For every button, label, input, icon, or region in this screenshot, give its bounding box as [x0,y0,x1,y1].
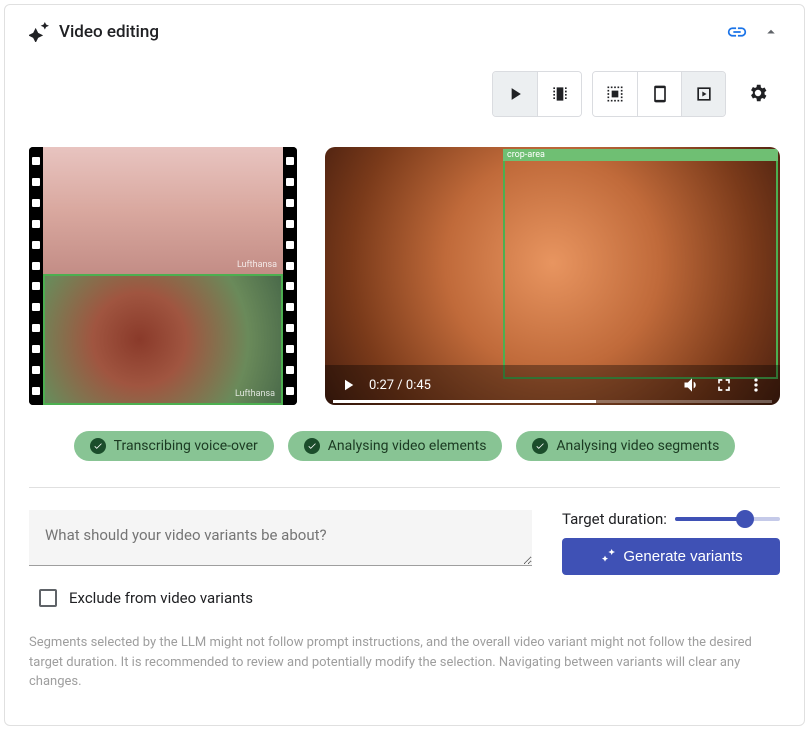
more-vert-icon[interactable] [746,375,766,395]
status-chips: Transcribing voice-over Analysing video … [5,405,804,479]
preview-row: Lufthansa Lufthansa crop-area 0:27 / 0:4… [5,127,804,405]
target-duration-row: Target duration: [562,510,780,528]
chip-label: Transcribing voice-over [114,438,258,454]
crop-area-overlay[interactable]: crop-area [503,149,778,379]
exclude-checkbox[interactable] [39,589,57,607]
film-strip-button[interactable] [537,72,581,116]
film-strip[interactable]: Lufthansa Lufthansa [29,147,297,405]
generate-variants-label: Generate variants [623,548,742,565]
variants-prompt-input[interactable] [29,510,532,566]
toolbar [5,51,804,127]
generate-variants-button[interactable]: Generate variants [562,538,780,575]
gear-button[interactable] [736,71,780,115]
header-left: Video editing [29,22,159,42]
chip-label: Analysing video segments [556,438,719,454]
form-right-col: Target duration: Generate variants [562,510,780,575]
chevron-up-icon[interactable] [762,23,780,41]
check-icon [90,438,106,454]
header-right [726,21,780,43]
target-duration-slider[interactable] [675,510,780,528]
status-chip: Transcribing voice-over [74,431,274,461]
textarea-wrap [29,510,532,570]
chip-label: Analysing video elements [328,438,487,454]
card-title: Video editing [59,22,159,42]
film-frame-selected[interactable]: Lufthansa [43,274,283,405]
status-chip: Analysing video elements [288,431,503,461]
video-controls: 0:27 / 0:45 [325,365,780,405]
check-icon [532,438,548,454]
slider-thumb[interactable] [736,510,754,528]
video-progress-bar[interactable] [333,400,772,403]
magic-wand-icon [599,549,615,565]
frame-brand-label: Lufthansa [237,260,277,270]
mobile-button[interactable] [637,72,681,116]
check-icon [304,438,320,454]
preview-box-button[interactable] [681,72,725,116]
volume-icon[interactable] [682,375,702,395]
divider [29,487,780,488]
sparkle-icon [29,22,49,42]
fullscreen-icon[interactable] [714,375,734,395]
play-button[interactable] [493,72,537,116]
playback-group [492,71,582,117]
video-editing-card: Video editing [4,4,805,726]
film-frames: Lufthansa Lufthansa [43,147,283,405]
video-preview[interactable]: crop-area 0:27 / 0:45 [325,147,780,405]
exclude-label: Exclude from video variants [69,589,253,607]
film-holes-left [29,147,43,405]
layout-group [592,71,726,117]
exclude-row: Exclude from video variants [5,575,804,607]
card-header: Video editing [5,5,804,51]
disclaimer-text: Segments selected by the LLM might not f… [5,607,804,692]
video-time: 0:27 / 0:45 [369,378,431,393]
status-chip: Analysing video segments [516,431,735,461]
film-frame[interactable]: Lufthansa [43,147,283,274]
frame-brand-label: Lufthansa [235,389,275,399]
link-icon[interactable] [726,21,748,43]
form-row: Target duration: Generate variants [5,496,804,575]
target-duration-label: Target duration: [562,510,667,528]
crop-area-label: crop-area [503,149,778,161]
select-all-button[interactable] [593,72,637,116]
film-holes-right [283,147,297,405]
video-progress-fill [333,400,596,403]
video-play-icon[interactable] [339,376,357,394]
